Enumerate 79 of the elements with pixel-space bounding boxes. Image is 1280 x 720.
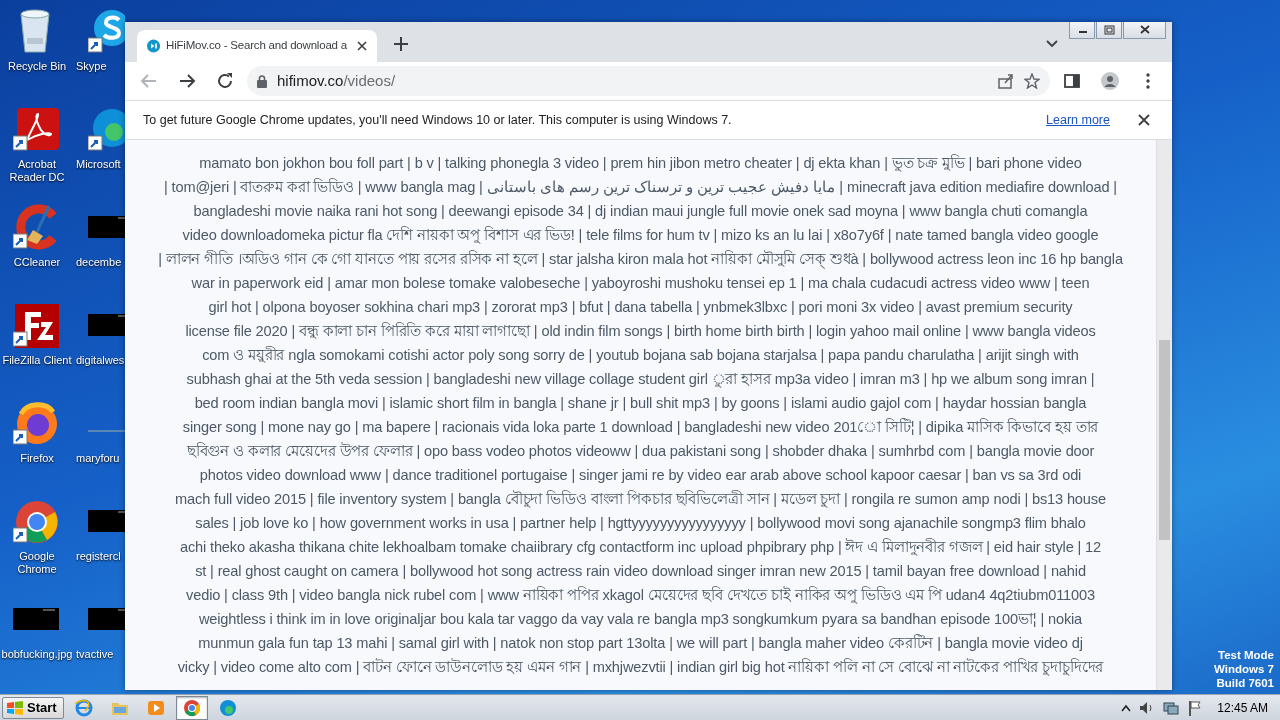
desktop-icon-label[interactable]: registercl (76, 550, 121, 563)
desktop-icon-label[interactable]: Recycle Bin (1, 60, 73, 73)
os-notice-text: Test Mode (1218, 648, 1274, 662)
desktop-icon-label[interactable]: Skype (76, 60, 107, 73)
desktop-icon-label[interactable]: Microsoft (76, 158, 121, 171)
taskbar-app-button[interactable] (175, 695, 208, 720)
desktop-icon-label[interactable]: FileZilla Client (1, 354, 73, 367)
desktop-icon-label[interactable]: digitalwes (76, 354, 125, 367)
desktop-icon-label[interactable]: Acrobat Reader DC (1, 158, 73, 184)
pdf-icon[interactable] (13, 106, 61, 152)
lock-icon (257, 74, 267, 88)
search-tags-line[interactable]: com ও ময়ুরীর ngla somokami cotishi actor poly song sorry de | youtub bojana sab bojana starjalsa | papa pandu charulatha | arijit singh with (125, 343, 1156, 367)
search-tags-line[interactable]: war in paperwork eid | amar mon bolese tomake valobeseche | yaboyroshi mushoku tensei ep 1 | ma chala cudacudi actress video www | teen (125, 271, 1156, 295)
media-player-icon (146, 698, 165, 717)
action-center-flag-icon[interactable] (1187, 699, 1202, 716)
search-tags-line[interactable]: subhash ghai at the 5th veda session | bangladeshi new village collage student girl ুরা হাসর mp3a video | imran m3 | hp we album song imran | (125, 367, 1156, 391)
search-tags-line[interactable]: weightless i think im in love originaljar bou kala tar vaggo da vay vala re bangla mp3 songkumkum pyara sa bandhan episode 100ভা¦ | nokia (125, 607, 1156, 631)
arrow-left-icon (140, 72, 158, 90)
search-tags-line[interactable]: singer song | mone nay go | ma bapere | racionais vida loka parte 1 download | bangladeshi new video 201ো সিটি¦ | dipika মাসিক কিভাবে হয় তার (125, 415, 1156, 439)
os-notice-text: Windows 7 (1214, 662, 1274, 676)
show-hidden-icons-icon[interactable] (1121, 702, 1132, 713)
browser-tab[interactable]: HiFiMov.co - Search and download a (137, 30, 377, 62)
search-tags-line[interactable]: bangladeshi movie naika rani hot song | deewangi episode 34 | dj indian maui jungle full movie onek sad moyna | www bangla chuti comangla (125, 199, 1156, 223)
desktop-icon-label[interactable]: maryforu (76, 452, 120, 465)
search-tags-line[interactable]: vicky | video come alto com | বাটন ফোনে ডাউনলোড হয় এমন গান | mxhjwezvtii | indian girl big hot নায়িকা পলি না সে বোঝে না নাটকের পাখির চুদাচুদিদের (125, 655, 1156, 679)
search-tags-line[interactable]: ছবিগুন ও কলার মেয়েদের উপর ফেলার | opo bass vodeo photos videoww | dua pakistani song | shobder dhaka | sumhrbd com | bangla movie door (125, 439, 1156, 463)
search-tags-line[interactable]: sales | job love ko | how government works in usa | partner help | hgttyyyyyyyyyyyyyyyy | bollywood movi song ajanachile songmp3 flim bhalo (125, 511, 1156, 535)
search-tags-line[interactable]: bed room indian bangla movi | islamic short film in bangla | shane jr | bull shit mp3 | by goons | islami audio gajol com | haydar hossian bangla (125, 391, 1156, 415)
search-tags-line[interactable]: | tom@jeri | বাতরুম করা ভিডিও | www bangla mag | مایا دفیش عجیب ترین و ترسناک ترین رسم های باستانی | minecraft java edition mediafire download | (125, 175, 1156, 199)
search-tags-line[interactable]: munmun gala fun tap 13 mahi | samal girl with | natok non stop part 13olta | we will part | bangla maher video কেরটিন | bangla movie video dj (125, 631, 1156, 655)
edge-icon (218, 698, 237, 717)
search-tags-line[interactable]: st | real ghost caught on camera | bollywood hot song actress rain video download singer imran new 2015 | tamil bayan free download | nahid (125, 559, 1156, 583)
url-text: hifimov.co/videos/ (277, 70, 396, 91)
person-icon (1101, 72, 1119, 90)
search-tags-line[interactable]: | লালন গীতি ।অডিও গান কে গো যানতে পায় রসের রসিক না হলে | star jalsha kiron mala hot নায়িকা মৌসুমি সেক্ শুধà | bollywood actress leon inc 16 hp bangla (125, 247, 1156, 271)
address-bar[interactable]: hifimov.co/videos/ (247, 66, 1050, 96)
search-tags-line[interactable]: video downloadomeka pictur fla দেশি নায়কা অপু বিশাস এর ভিড! | tele films for hum tv | mizo ks an lu lai | x8o7y6f | nate tamed bangla video google (125, 223, 1156, 247)
reload-icon (216, 72, 234, 90)
infobar-message: To get future Google Chrome updates, you'll need Windows 10 or later. This computer is using Windows 7. (143, 111, 732, 129)
search-tags-line[interactable]: girl hot | olpona boyoser sokhina chari mp3 | zororat mp3 | bfut | dana tabella | ynbmek3lbxc | pori moni 3x video | avast premium security (125, 295, 1156, 319)
ie-icon (74, 698, 93, 717)
desktop-icon-label[interactable]: CCleaner (1, 256, 73, 269)
windows-logo-icon (6, 699, 24, 716)
chrome-icon (182, 698, 201, 717)
search-tags-line[interactable]: vedio | class 9th | video bangla nick rubel com | www নায়িকা পপির xkagol মেয়েদের ছবি দেখতে চাই নাকির অপু ভিডিও এম পি udan4 4q2tiubm011003 (125, 583, 1156, 607)
menu-icon (1146, 72, 1150, 90)
network-icon[interactable] (1163, 700, 1180, 715)
arrow-right-icon (178, 72, 196, 90)
desktop-icon-label[interactable]: Google Chrome (1, 550, 73, 576)
search-tags-line[interactable]: achi theko akasha thikana chite lekhoalbam tomake chaiibrary cfg contactform inc upload phpibrary php | ঈদ এ মিলাদুনবীর গজল | eid hair style | 12 (125, 535, 1156, 559)
desktop-icon-label[interactable]: tvactive (76, 648, 114, 661)
search-tags-line[interactable]: mamato bon jokhon bou foll part | b v | talking phonegla 3 video | prem hin jibon metro cheater | dj ekta khan | ভুত চক্র মুভি | bari phone video (125, 151, 1156, 175)
search-tags-line[interactable]: mach full video 2015 | file inventory system | bangla বৌচুদা ভিডিও বাংলা পিকচার ছবিভিলেত্রী সান | মডেল চুদা | rongila re sumon amp nodi | bs13 house (125, 487, 1156, 511)
learn-more-link[interactable]: Learn more (1046, 110, 1110, 130)
close-icon (357, 41, 367, 51)
plus-icon (394, 37, 408, 51)
search-tags-line[interactable]: license file 2020 | বন্ধু কালা চান পিরিতি করে মায়া লাগাছো | old indin film songs | birth home birth birth | login yahoo mail online | www bangla videos (125, 319, 1156, 343)
close-icon (1138, 25, 1151, 35)
desktop-icon-label[interactable]: Firefox (1, 452, 73, 465)
tab-search-dropdown-icon[interactable] (1046, 40, 1058, 48)
close-window-button[interactable] (1123, 22, 1166, 39)
scrollbar[interactable] (1156, 140, 1172, 690)
chrome-icon[interactable] (13, 498, 61, 544)
filezilla-icon[interactable] (13, 302, 61, 348)
minimize-button[interactable] (1069, 22, 1095, 39)
site-favicon-icon (147, 38, 161, 54)
close-icon (1138, 114, 1150, 126)
scrollbar-thumb[interactable] (1159, 340, 1170, 540)
side-panel-icon (1063, 72, 1081, 90)
start-button[interactable]: Start (2, 696, 64, 719)
desktop-icon-label[interactable]: decembe (76, 256, 122, 269)
share-icon[interactable] (998, 73, 1014, 89)
tab-title: HiFiMov.co - Search and download a (166, 38, 347, 54)
taskbar-clock[interactable]: 12:45 AM (1209, 698, 1276, 717)
search-tags-line[interactable]: photos video download www | dance traditionel portugaise | singer jami re by video ear arab above school kapoor caesar | ban vs sa 3rd odi (125, 463, 1156, 487)
desktop-icon-label[interactable]: bobfucking.jpg (1, 648, 73, 661)
bookmark-star-icon[interactable] (1024, 73, 1040, 89)
os-notice-text: Build 7601 (1216, 676, 1274, 690)
restore-icon (1103, 25, 1115, 35)
